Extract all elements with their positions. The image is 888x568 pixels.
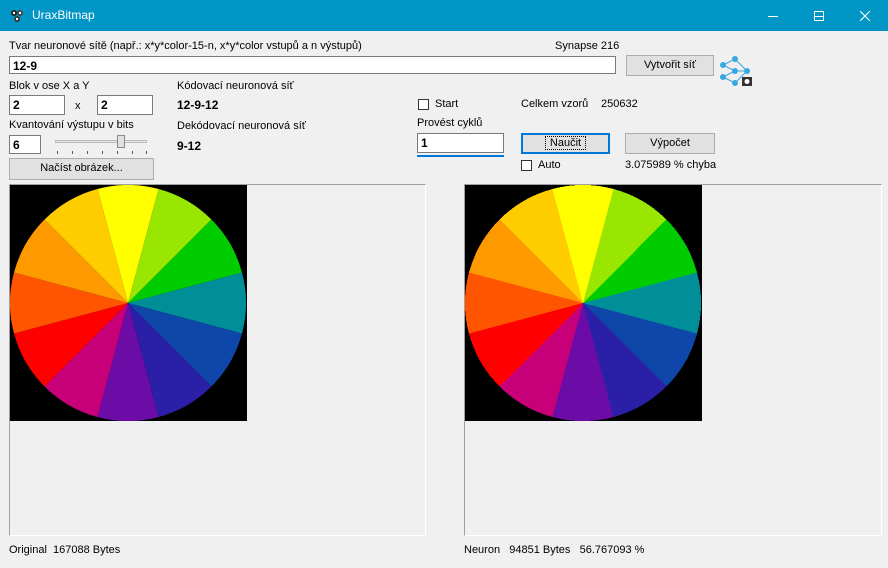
block-label: Blok v ose X a Y xyxy=(9,80,90,92)
encoder-value: 12-9-12 xyxy=(177,98,219,112)
progress-indicator xyxy=(417,155,504,157)
auto-label: Auto xyxy=(538,159,561,171)
neuron-image xyxy=(464,184,702,422)
slider-tick xyxy=(102,151,103,154)
slider-tick xyxy=(132,151,133,154)
error-text: 3.075989 % chyba xyxy=(625,159,717,171)
color-wheel-image xyxy=(9,184,247,422)
start-checkbox[interactable] xyxy=(418,99,429,110)
slider-tick xyxy=(87,151,88,154)
synapse-count: Synapse 216 xyxy=(555,40,620,52)
total-patterns-label: Celkem vzorů xyxy=(521,98,589,110)
original-label: Original xyxy=(9,544,47,556)
block-x-input[interactable]: 2 xyxy=(9,95,65,115)
close-icon xyxy=(860,10,870,21)
quantization-slider-thumb[interactable] xyxy=(117,135,125,148)
maximize-button[interactable] xyxy=(796,0,842,31)
compute-button[interactable]: Výpočet xyxy=(625,133,715,154)
load-image-button[interactable]: Načíst obrázek... xyxy=(9,158,154,180)
slider-tick xyxy=(117,151,118,154)
original-image xyxy=(9,184,247,422)
minimize-icon xyxy=(768,15,778,17)
decoder-label: Dekódovací neuronová síť xyxy=(177,120,306,132)
minimize-button-real[interactable] xyxy=(750,0,796,31)
block-y-input[interactable]: 2 xyxy=(97,95,153,115)
original-image-panel xyxy=(9,184,426,536)
neural-network-icon xyxy=(719,55,753,87)
neuron-image-panel xyxy=(464,184,882,536)
cycles-label: Provést cyklů xyxy=(417,117,483,129)
total-patterns-value: 250632 xyxy=(601,98,638,110)
slider-tick xyxy=(57,151,58,154)
auto-checkbox[interactable] xyxy=(521,160,532,171)
decoder-value: 9-12 xyxy=(177,139,202,153)
start-label: Start xyxy=(435,98,459,110)
encoder-label: Kódovací neuronová síť xyxy=(177,80,294,92)
quantization-value[interactable]: 6 xyxy=(9,135,41,154)
color-wheel-reconstructed-image xyxy=(464,184,702,422)
block-separator: x xyxy=(75,100,81,112)
network-shape-label: Tvar neuronové sítě (např.: x*y*color-15… xyxy=(9,40,362,52)
quantization-slider-track[interactable] xyxy=(55,140,147,143)
original-status: Original 167088 Bytes xyxy=(9,544,120,556)
original-bytes: 167088 Bytes xyxy=(53,544,121,556)
slider-tick xyxy=(146,151,147,154)
app-icon xyxy=(9,8,25,24)
window-title: UraxBitmap xyxy=(32,8,95,22)
neuron-bytes: 94851 Bytes xyxy=(509,544,571,556)
learn-button[interactable]: Naučit xyxy=(521,133,610,154)
maximize-icon xyxy=(814,10,824,21)
cycles-input[interactable]: 1 xyxy=(417,133,504,153)
network-shape-input[interactable]: 12-9 xyxy=(9,56,616,74)
quantization-label: Kvantování výstupu v bits xyxy=(9,119,134,131)
create-network-button[interactable]: Vytvořit síť xyxy=(626,55,714,76)
title-bar[interactable]: UraxBitmap xyxy=(0,0,888,31)
slider-tick xyxy=(72,151,73,154)
neuron-status: Neuron 94851 Bytes 56.767093 % xyxy=(464,544,644,556)
neuron-percent: 56.767093 % xyxy=(579,544,645,556)
close-button[interactable] xyxy=(842,0,888,31)
neuron-label: Neuron xyxy=(464,544,501,556)
